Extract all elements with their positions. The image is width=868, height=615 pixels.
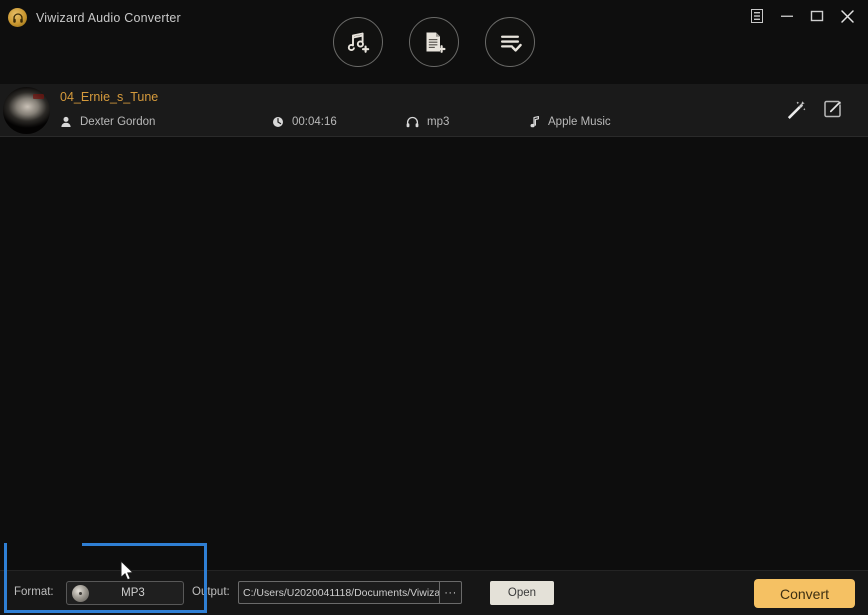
headphones-logo-icon (8, 8, 27, 27)
audio-disc-icon (72, 584, 89, 602)
music-note-plus-icon (347, 32, 370, 53)
close-button[interactable] (832, 4, 862, 28)
track-source-text: Apple Music (548, 116, 611, 128)
list-check-icon (501, 35, 522, 52)
effects-button[interactable] (785, 99, 806, 120)
title-bar: Viwizard Audio Converter (0, 0, 868, 84)
format-select[interactable]: MP3 (66, 581, 184, 605)
track-list-empty-area (0, 137, 868, 570)
magic-wand-icon (787, 100, 806, 119)
main-toolbar (333, 17, 535, 67)
output-label: Output: (192, 586, 230, 598)
window-controls (742, 4, 862, 28)
menu-button[interactable] (742, 4, 772, 28)
track-source: Apple Music (530, 116, 611, 128)
music-note-icon (530, 116, 539, 128)
track-artist-text: Dexter Gordon (80, 116, 156, 128)
output-path-field[interactable]: C:/Users/U2020041118/Documents/Viwizard … (238, 581, 462, 604)
convert-list-button[interactable] (485, 17, 535, 67)
format-label: Format: (14, 586, 54, 598)
open-button[interactable]: Open (490, 581, 554, 605)
title-bar-left: Viwizard Audio Converter (8, 8, 181, 27)
track-duration: 00:04:16 (272, 116, 337, 128)
person-icon (61, 116, 71, 127)
minimize-button[interactable] (772, 4, 802, 28)
maximize-button[interactable] (802, 4, 832, 28)
application-window: Viwizard Audio Converter Format: MP3 Out… (0, 0, 868, 615)
format-value: MP3 (121, 587, 145, 599)
track-duration-text: 00:04:16 (292, 116, 337, 128)
track-format-text: mp3 (427, 116, 450, 128)
browse-button[interactable]: ··· (439, 582, 461, 603)
edit-button[interactable] (822, 98, 844, 120)
track-title: 04_Ernie_s_Tune (60, 90, 159, 104)
add-file-button[interactable] (409, 17, 459, 67)
edit-pencil-icon (824, 100, 842, 118)
highlight-box-gap (7, 543, 82, 547)
track-row-actions (785, 98, 844, 120)
album-art-thumbnail (3, 87, 50, 134)
headphone-icon (406, 116, 419, 128)
track-artist: Dexter Gordon (60, 116, 155, 128)
output-path-text: C:/Users/U2020041118/Documents/Viwizard … (243, 586, 439, 599)
track-format: mp3 (406, 116, 449, 128)
app-title: Viwizard Audio Converter (36, 10, 181, 25)
add-music-button[interactable] (333, 17, 383, 67)
bottom-bar: Format: MP3 Output: C:/Users/U2020041118… (0, 570, 868, 615)
clock-icon (273, 117, 283, 127)
document-plus-icon (426, 32, 446, 53)
convert-button[interactable]: Convert (754, 579, 855, 608)
